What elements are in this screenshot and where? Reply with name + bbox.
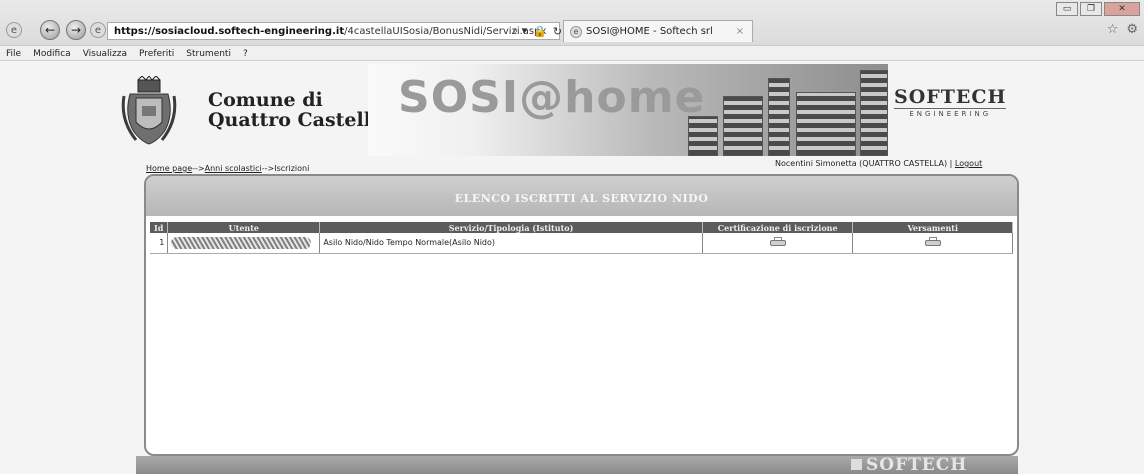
building-image bbox=[723, 96, 763, 156]
breadcrumb: Home page-->Anni scolastici-->Iscrizioni bbox=[146, 164, 309, 173]
comune-name: Comune di Quattro Castella bbox=[208, 90, 383, 130]
browser-toolbar: e ← → e https://sosiacloud.softech-engin… bbox=[0, 0, 1144, 46]
address-tools: ⌕ ▾ 🔒 ↻ bbox=[512, 22, 562, 40]
settings-gear-icon[interactable]: ⚙ bbox=[1126, 22, 1138, 37]
maximize-button[interactable]: ❐ bbox=[1080, 2, 1102, 16]
building-image bbox=[860, 70, 888, 156]
table-header-row: Id Utente Servizio/Tipologia (Istituto) … bbox=[150, 222, 1013, 233]
forward-button[interactable]: → bbox=[66, 20, 86, 40]
redacted-name bbox=[171, 236, 312, 249]
minimize-button[interactable]: ▭ bbox=[1056, 2, 1078, 16]
building-image bbox=[688, 116, 718, 156]
breadcrumb-separator: --> bbox=[261, 164, 275, 173]
breadcrumb-separator: --> bbox=[192, 164, 205, 173]
lock-icon[interactable]: 🔒 bbox=[533, 25, 547, 38]
print-versamenti-icon[interactable] bbox=[924, 236, 942, 247]
footer-brand: SOFTECH bbox=[866, 455, 968, 474]
col-header-id: Id bbox=[150, 222, 169, 233]
building-image bbox=[768, 78, 790, 156]
col-header-servizio: Servizio/Tipologia (Istituto) bbox=[319, 222, 703, 233]
footer-logo-square bbox=[851, 459, 862, 470]
menu-modifica[interactable]: Modifica bbox=[33, 49, 71, 59]
banner-title: SOSI@home bbox=[398, 72, 706, 123]
menu-bar: File Modifica Visualizza Preferiti Strum… bbox=[0, 47, 1144, 61]
softech-sub: ENGINEERING bbox=[894, 108, 1007, 118]
back-button[interactable]: ← bbox=[40, 20, 60, 40]
user-separator: | bbox=[949, 159, 953, 168]
tab-title: SOSI@HOME - Softech srl bbox=[586, 26, 713, 37]
softech-logo: SOFTECH ENGINEERING bbox=[894, 86, 1007, 118]
cell-certificazione bbox=[702, 233, 854, 254]
close-window-button[interactable]: ✕ bbox=[1104, 2, 1140, 16]
search-dropdown-icon[interactable]: ⌕ ▾ bbox=[512, 24, 527, 38]
breadcrumb-current: Iscrizioni bbox=[274, 164, 310, 173]
favorites-star-icon[interactable]: ☆ bbox=[1107, 22, 1119, 37]
cell-utente bbox=[167, 233, 321, 254]
user-name: Nocentini Simonetta (QUATTRO CASTELLA) bbox=[775, 159, 948, 168]
user-info: Nocentini Simonetta (QUATTRO CASTELLA) |… bbox=[775, 159, 982, 168]
menu-help[interactable]: ? bbox=[243, 49, 248, 59]
menu-file[interactable]: File bbox=[6, 49, 21, 59]
print-certificate-icon[interactable] bbox=[769, 236, 787, 247]
table-row: 1 Asilo Nido/Nido Tempo Normale(Asilo Ni… bbox=[150, 233, 1013, 254]
browser-right-icons: ☆ ⚙ bbox=[1107, 22, 1138, 37]
sosi-banner: SOSI@home bbox=[368, 64, 888, 156]
ie-page-icon: e bbox=[6, 22, 22, 38]
cell-servizio: Asilo Nido/Nido Tempo Normale(Asilo Nido… bbox=[319, 233, 703, 254]
tab-close-icon[interactable]: × bbox=[736, 26, 744, 37]
col-header-versamenti: Versamenti bbox=[852, 222, 1013, 233]
breadcrumb-home-link[interactable]: Home page bbox=[146, 164, 192, 173]
cell-versamenti bbox=[852, 233, 1013, 254]
forward-arrow-icon: → bbox=[70, 23, 82, 37]
address-bar[interactable]: https://sosiacloud.softech-engineering.i… bbox=[107, 22, 560, 40]
site-favicon-icon: e bbox=[90, 22, 106, 38]
window-controls: ▭ ❐ ✕ bbox=[1056, 2, 1140, 16]
comune-line1: Comune di bbox=[208, 89, 323, 111]
col-header-certificazione: Certificazione di iscrizione bbox=[702, 222, 854, 233]
breadcrumb-anni-link[interactable]: Anni scolastici bbox=[205, 164, 262, 173]
page-footer: SOFTECH bbox=[136, 455, 1018, 474]
iscritti-table: Id Utente Servizio/Tipologia (Istituto) … bbox=[150, 222, 1013, 254]
menu-preferiti[interactable]: Preferiti bbox=[139, 49, 174, 59]
municipal-crest-icon bbox=[121, 76, 177, 145]
menu-strumenti[interactable]: Strumenti bbox=[186, 49, 231, 59]
browser-tab[interactable]: e SOSI@HOME - Softech srl × bbox=[563, 20, 753, 42]
softech-name: SOFTECH bbox=[894, 86, 1007, 108]
cell-id: 1 bbox=[150, 233, 169, 254]
comune-line2: Quattro Castella bbox=[208, 109, 384, 131]
building-image bbox=[796, 92, 856, 156]
site-header: Comune di Quattro Castella SOSI@home SOF… bbox=[108, 64, 1018, 156]
iscritti-panel: ELENCO ISCRITTI AL SERVIZIO NIDO Id Uten… bbox=[144, 174, 1019, 456]
col-header-utente: Utente bbox=[167, 222, 321, 233]
back-arrow-icon: ← bbox=[44, 23, 56, 37]
tab-favicon-icon: e bbox=[570, 25, 582, 38]
menu-visualizza[interactable]: Visualizza bbox=[83, 49, 127, 59]
url-host: https://sosiacloud.softech-engineering.i… bbox=[114, 25, 345, 37]
logout-link[interactable]: Logout bbox=[955, 159, 982, 168]
panel-title: ELENCO ISCRITTI AL SERVIZIO NIDO bbox=[146, 176, 1017, 216]
refresh-icon[interactable]: ↻ bbox=[553, 25, 562, 38]
